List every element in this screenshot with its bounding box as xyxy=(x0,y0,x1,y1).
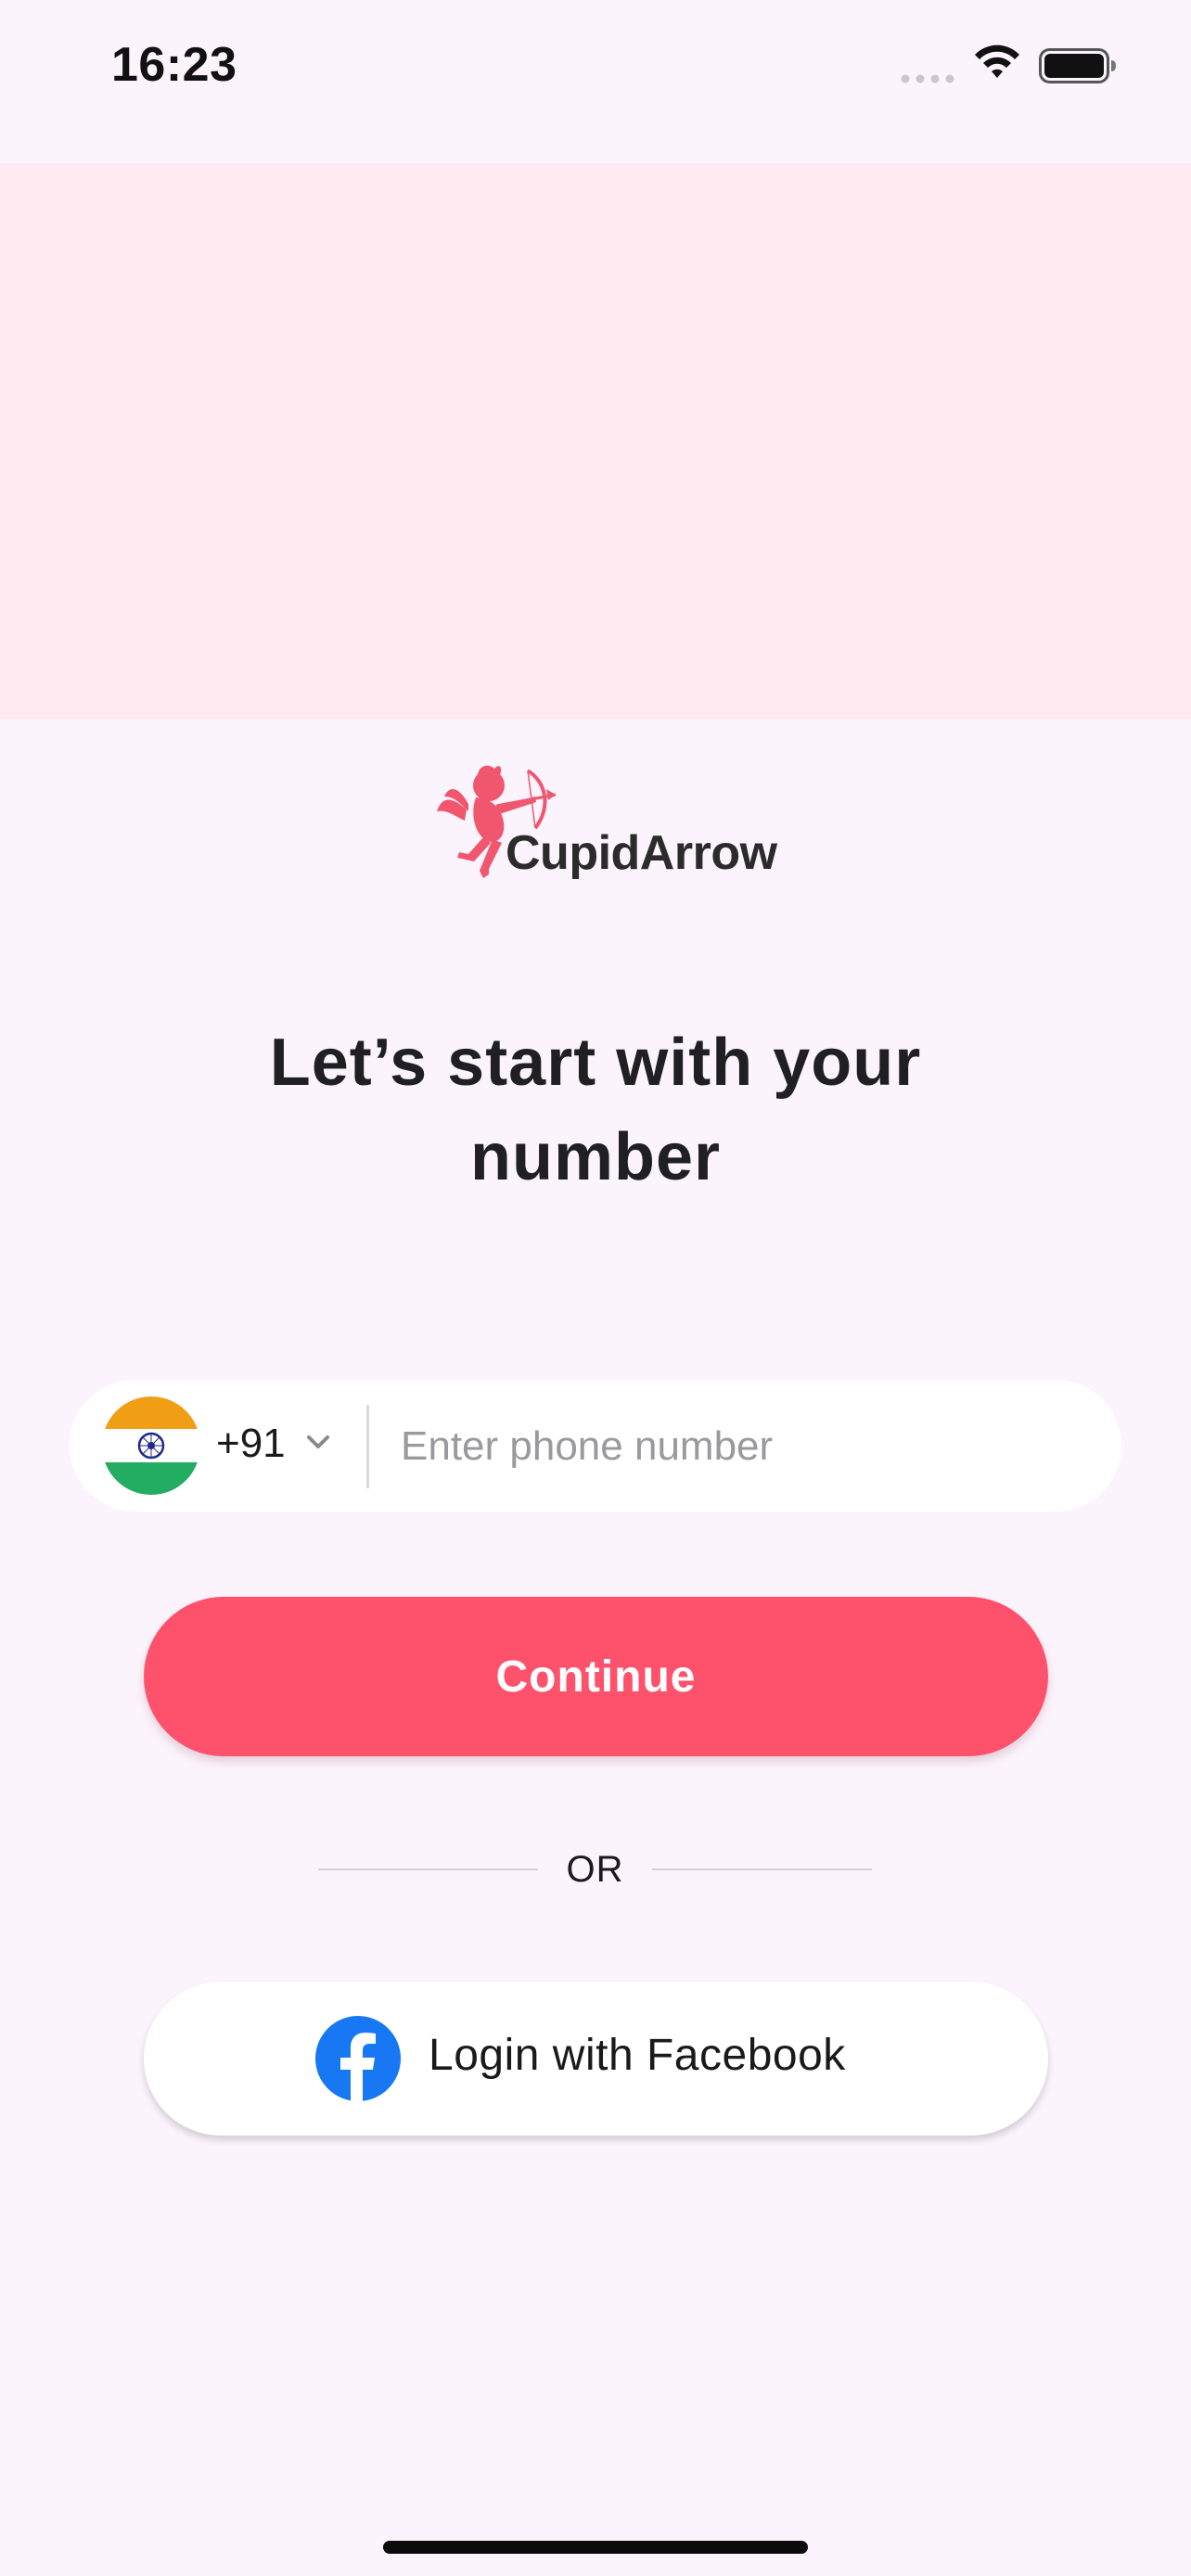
login-screen: 16:23 CupidArrow Let’s start with your n… xyxy=(0,0,1191,2576)
brand-logo: CupidArrow xyxy=(431,756,777,886)
hero-banner xyxy=(0,163,1191,720)
country-dial-code[interactable]: +91 xyxy=(216,1421,286,1467)
continue-button[interactable]: Continue xyxy=(144,1597,1048,1756)
or-divider: OR xyxy=(318,1845,872,1894)
home-indicator xyxy=(383,2541,808,2554)
page-title-line-2: number xyxy=(469,1120,722,1194)
wifi-icon xyxy=(975,45,1019,78)
ashoka-chakra-icon xyxy=(137,1432,165,1460)
flag-saffron-band xyxy=(102,1396,200,1430)
page-title-line-1: Let’s start with your xyxy=(269,1026,922,1100)
page-title: Let’s start with your number xyxy=(132,1015,1059,1205)
battery-icon xyxy=(1039,48,1116,83)
phone-number-field: +91 xyxy=(70,1380,1121,1511)
status-time: 16:23 xyxy=(111,38,237,92)
facebook-icon xyxy=(315,2016,401,2101)
status-bar: 16:23 xyxy=(0,0,1191,163)
login-with-facebook-button[interactable]: Login with Facebook xyxy=(144,1982,1048,2136)
facebook-button-label: Login with Facebook xyxy=(429,2031,846,2080)
india-flag-icon[interactable] xyxy=(102,1396,200,1495)
flag-green-band xyxy=(102,1461,200,1495)
phone-number-input[interactable] xyxy=(399,1408,1089,1486)
flag-white-band xyxy=(102,1429,200,1462)
field-divider xyxy=(366,1405,369,1488)
chevron-down-icon[interactable] xyxy=(306,1434,330,1450)
brand-name: CupidArrow xyxy=(506,826,777,880)
divider-line-right xyxy=(652,1868,872,1870)
cellular-signal-icon xyxy=(901,74,954,83)
